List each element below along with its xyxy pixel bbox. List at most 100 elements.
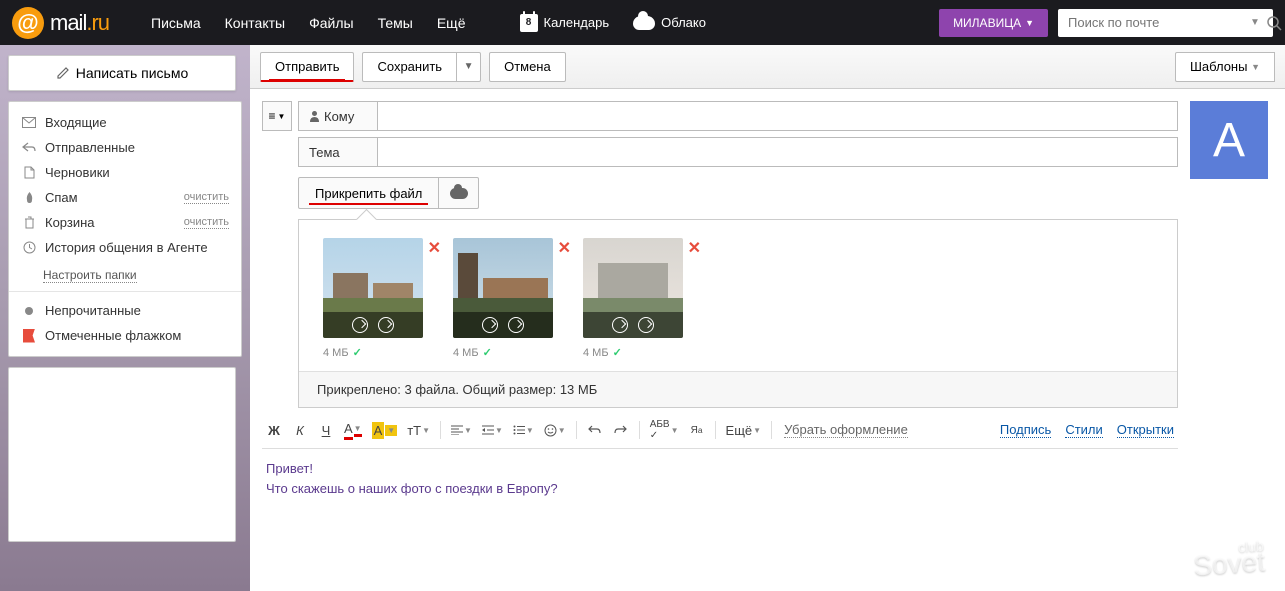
rotate-icon[interactable]	[482, 317, 498, 333]
list-button[interactable]: ▼	[509, 418, 538, 442]
rotate-icon[interactable]	[378, 317, 394, 333]
compose-label: Написать письмо	[76, 65, 188, 81]
attachment-thumbnail[interactable]	[453, 238, 553, 338]
redo-button[interactable]	[609, 418, 633, 442]
save-dropdown[interactable]: ▼	[457, 52, 481, 82]
remove-attachment[interactable]: ✕	[558, 238, 571, 258]
editor-toolbar: Ж К Ч А▼ А▼ тТ▼ ▼ ▼ ▼ ▼ АБВ✓▼ Яа	[262, 412, 1178, 449]
attach-from-cloud-button[interactable]	[439, 177, 479, 209]
sidebar-item-unread[interactable]: Непрочитанные	[9, 298, 241, 323]
save-button[interactable]: Сохранить	[362, 52, 457, 82]
attachment-item: ✕ 4 МБ✓	[453, 238, 553, 359]
fields-menu[interactable]: ≡ ▼	[262, 101, 292, 131]
search-icon[interactable]	[1266, 15, 1282, 31]
attachment-item: ✕ 4 МБ✓	[323, 238, 423, 359]
divider	[9, 291, 241, 292]
clear-trash[interactable]: очистить	[184, 216, 229, 229]
remove-formatting[interactable]: Убрать оформление	[784, 422, 908, 438]
subject-label: Тема	[298, 137, 378, 167]
sidebar-item-sent[interactable]: Отправленные	[9, 135, 241, 160]
spellcheck-button[interactable]: АБВ✓▼	[646, 418, 683, 442]
attachments-panel: ✕ 4 МБ✓ ✕ 4 МБ✓ ✕	[298, 219, 1178, 408]
underline-button[interactable]: Ч	[314, 418, 338, 442]
person-icon	[309, 110, 320, 122]
user-label: МИЛАВИЦА	[953, 16, 1021, 30]
attachment-thumbnail[interactable]	[583, 238, 683, 338]
sidebar-item-flagged[interactable]: Отмеченные флажком	[9, 323, 241, 348]
configure-folders[interactable]: Настроить папки	[43, 268, 137, 283]
editor-body[interactable]: Привет! Что скажешь о наших фото с поезд…	[262, 449, 1178, 508]
sidebar-item-label: Отправленные	[45, 140, 135, 155]
file-icon	[21, 166, 37, 179]
emoji-button[interactable]: ▼	[540, 418, 570, 442]
undo-button[interactable]	[583, 418, 607, 442]
sidebar-item-label: Входящие	[45, 115, 107, 130]
attachment-thumbnail[interactable]	[323, 238, 423, 338]
sidebar-item-label: Спам	[45, 190, 78, 205]
italic-button[interactable]: К	[288, 418, 312, 442]
rotate-icon[interactable]	[352, 317, 368, 333]
nav-mail[interactable]: Письма	[139, 1, 213, 45]
remove-attachment[interactable]: ✕	[688, 238, 701, 258]
sidebar-folders: Входящие Отправленные Черновики Спам очи…	[8, 101, 242, 357]
cards-link[interactable]: Открытки	[1117, 422, 1174, 438]
logo-text: mail.ru	[50, 10, 109, 36]
templates-button[interactable]: Шаблоны ▼	[1175, 52, 1275, 82]
flag-icon	[21, 329, 37, 343]
send-button[interactable]: Отправить	[260, 52, 354, 82]
compose-button[interactable]: Написать письмо	[8, 55, 236, 91]
sidebar-item-drafts[interactable]: Черновики	[9, 160, 241, 185]
nav-themes[interactable]: Темы	[366, 1, 425, 45]
nav-contacts[interactable]: Контакты	[213, 1, 297, 45]
rotate-icon[interactable]	[638, 317, 654, 333]
user-menu-button[interactable]: МИЛАВИЦА ▼	[939, 9, 1048, 37]
calendar-icon: 8	[520, 14, 538, 32]
bold-button[interactable]: Ж	[262, 418, 286, 442]
search-scope-dropdown[interactable]: ▼	[1250, 17, 1260, 28]
logo-at-icon: @	[12, 7, 44, 39]
sidebar-item-inbox[interactable]: Входящие	[9, 110, 241, 135]
text-color-button[interactable]: А▼	[340, 418, 366, 442]
file-size: 4 МБ	[453, 347, 479, 359]
to-label: Кому	[298, 101, 378, 131]
attach-file-button[interactable]: Прикрепить файл	[298, 177, 439, 209]
sidebar-item-spam[interactable]: Спам очистить	[9, 185, 241, 210]
subject-input[interactable]	[378, 137, 1178, 167]
pencil-icon	[56, 66, 70, 80]
sidebar: Написать письмо Входящие Отправленные Че…	[0, 45, 250, 591]
cancel-button[interactable]: Отмена	[489, 52, 566, 82]
nav-more[interactable]: Ещё	[425, 1, 478, 45]
nav-cloud[interactable]: Облако	[621, 15, 718, 30]
reply-icon	[21, 142, 37, 153]
more-formatting-button[interactable]: Ещё▼	[722, 418, 766, 442]
dot-icon	[21, 307, 37, 315]
nav-calendar[interactable]: 8 Календарь	[508, 14, 622, 32]
sidebar-item-trash[interactable]: Корзина очистить	[9, 210, 241, 235]
indent-button[interactable]: ▼	[478, 418, 507, 442]
font-size-button[interactable]: тТ▼	[403, 418, 434, 442]
main: Отправить Сохранить ▼ Отмена Шаблоны ▼ ≡…	[250, 45, 1285, 591]
search-input[interactable]	[1068, 15, 1244, 30]
styles-link[interactable]: Стили	[1065, 422, 1102, 438]
translate-button[interactable]: Яа	[685, 418, 709, 442]
bg-color-button[interactable]: А▼	[368, 418, 402, 442]
rotate-icon[interactable]	[612, 317, 628, 333]
align-button[interactable]: ▼	[447, 418, 476, 442]
rotate-icon[interactable]	[508, 317, 524, 333]
clear-spam[interactable]: очистить	[184, 191, 229, 204]
search-box: ▼	[1058, 9, 1273, 37]
file-size: 4 МБ	[323, 347, 349, 359]
nav-files[interactable]: Файлы	[297, 1, 365, 45]
attachments-summary: Прикреплено: 3 файла. Общий размер: 13 М…	[299, 371, 1177, 407]
sidebar-item-label: Непрочитанные	[45, 303, 141, 318]
logo[interactable]: @ mail.ru	[12, 7, 109, 39]
remove-attachment[interactable]: ✕	[428, 238, 441, 258]
signature-link[interactable]: Подпись	[1000, 422, 1051, 438]
avatar: А	[1190, 101, 1268, 179]
sidebar-item-label: Отмеченные флажком	[45, 328, 181, 343]
action-bar: Отправить Сохранить ▼ Отмена Шаблоны ▼	[250, 45, 1285, 89]
chevron-down-icon: ▼	[1025, 18, 1034, 28]
sidebar-item-agent-history[interactable]: История общения в Агенте	[9, 235, 241, 260]
topbar: @ mail.ru Письма Контакты Файлы Темы Ещё…	[0, 0, 1285, 45]
to-input[interactable]	[378, 101, 1178, 131]
